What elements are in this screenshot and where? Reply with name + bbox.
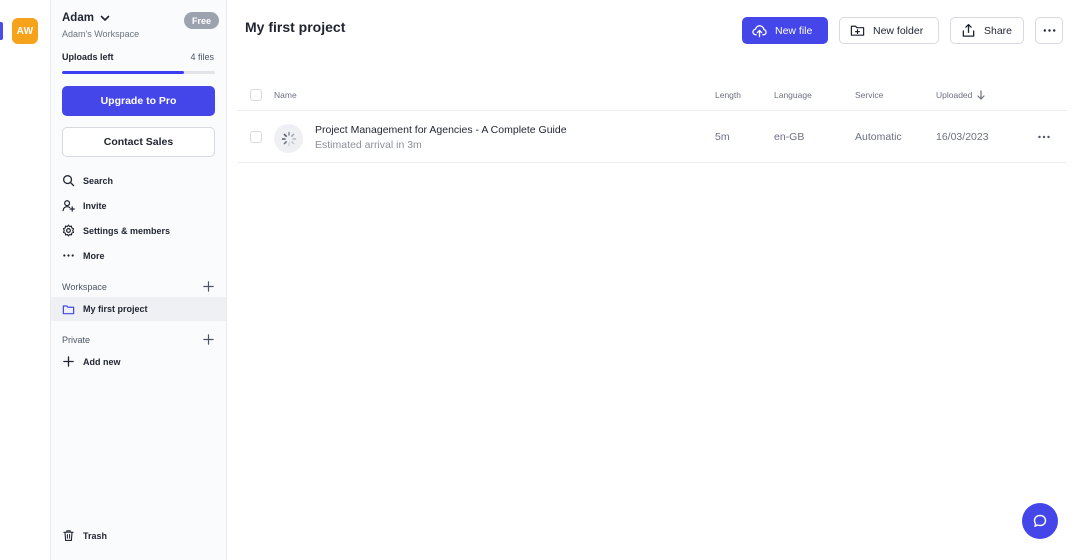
sidebar: Adam Adam's Workspace Free Uploads left … xyxy=(51,0,227,560)
new-file-button[interactable]: New file xyxy=(742,17,828,44)
nav-search[interactable]: Search xyxy=(62,174,113,187)
more-options-button[interactable] xyxy=(1035,17,1063,44)
nav-more[interactable]: More xyxy=(62,249,105,262)
uploads-left-count: 4 files xyxy=(190,52,214,62)
file-length: 5m xyxy=(715,131,730,143)
table-header: Name Length Language Service Uploaded xyxy=(237,82,1067,111)
upgrade-button[interactable]: Upgrade to Pro xyxy=(62,86,215,116)
help-chat-button[interactable] xyxy=(1022,503,1058,539)
uploads-progress-bar xyxy=(62,71,215,74)
nav-search-label: Search xyxy=(83,175,114,186)
spinner-icon xyxy=(281,131,296,146)
share-icon xyxy=(962,23,975,37)
column-uploaded-label: Uploaded xyxy=(936,90,973,100)
column-language[interactable]: Language xyxy=(774,90,812,100)
column-uploaded[interactable]: Uploaded xyxy=(936,90,986,100)
folder-plus-icon xyxy=(850,25,865,36)
plus-icon xyxy=(63,356,74,367)
active-workspace-marker xyxy=(0,22,3,40)
column-name[interactable]: Name xyxy=(274,90,297,100)
search-icon xyxy=(63,175,75,187)
uploads-left-label: Uploads left xyxy=(62,52,114,62)
trash-label: Trash xyxy=(83,530,108,541)
invite-icon xyxy=(62,200,75,212)
file-uploaded-date: 16/03/2023 xyxy=(936,131,989,143)
nav-invite[interactable]: Invite xyxy=(62,199,107,212)
private-section-label: Private xyxy=(62,335,91,345)
workspace-name: Adam's Workspace xyxy=(62,29,140,39)
more-icon xyxy=(63,254,74,257)
page-title: My first project xyxy=(245,19,346,35)
file-service: Automatic xyxy=(855,131,902,143)
row-more-icon[interactable] xyxy=(1037,130,1051,144)
add-new-button[interactable]: Add new xyxy=(62,355,121,368)
column-length[interactable]: Length xyxy=(715,90,741,100)
chevron-down-icon xyxy=(100,15,110,21)
nav-settings-label: Settings & members xyxy=(83,225,171,236)
project-name-label: My first project xyxy=(83,304,148,314)
share-button[interactable]: Share xyxy=(950,17,1024,44)
new-folder-button[interactable]: New folder xyxy=(839,17,939,44)
file-title[interactable]: Project Management for Agencies - A Comp… xyxy=(315,124,567,136)
uploads-progress-fill xyxy=(62,71,185,74)
file-status: Estimated arrival in 3m xyxy=(315,139,422,151)
folder-icon xyxy=(62,304,75,314)
processing-status xyxy=(274,124,303,153)
contact-sales-button[interactable]: Contact Sales xyxy=(62,127,215,157)
plus-icon[interactable] xyxy=(202,333,215,346)
arrow-down-icon xyxy=(977,90,985,100)
workspace-avatar[interactable]: AW xyxy=(12,18,38,44)
plan-badge: Free xyxy=(184,12,220,29)
upload-cloud-icon xyxy=(752,25,767,38)
nav-more-label: More xyxy=(83,250,105,261)
gear-icon xyxy=(62,224,75,237)
sidebar-item-my-first-project[interactable]: My first project xyxy=(51,297,226,321)
nav-invite-label: Invite xyxy=(83,200,107,211)
workspace-rail: AW xyxy=(0,0,51,560)
trash-link[interactable]: Trash xyxy=(62,529,107,542)
user-name: Adam xyxy=(62,12,94,24)
more-icon xyxy=(1043,29,1055,32)
select-all-checkbox[interactable] xyxy=(250,89,262,101)
new-file-label: New file xyxy=(775,24,813,37)
chat-bubble-icon xyxy=(1033,514,1047,527)
nav-settings[interactable]: Settings & members xyxy=(62,224,170,237)
row-checkbox[interactable] xyxy=(250,131,262,143)
workspace-section-label: Workspace xyxy=(62,282,107,292)
share-label: Share xyxy=(984,24,1013,37)
new-folder-label: New folder xyxy=(873,24,924,37)
add-new-label: Add new xyxy=(83,356,121,367)
user-menu[interactable]: Adam xyxy=(62,12,111,24)
file-language: en-GB xyxy=(774,131,805,143)
column-service[interactable]: Service xyxy=(855,90,883,100)
table-row[interactable]: Project Management for Agencies - A Comp… xyxy=(237,112,1067,163)
plus-icon[interactable] xyxy=(202,280,215,293)
trash-icon xyxy=(63,530,74,541)
